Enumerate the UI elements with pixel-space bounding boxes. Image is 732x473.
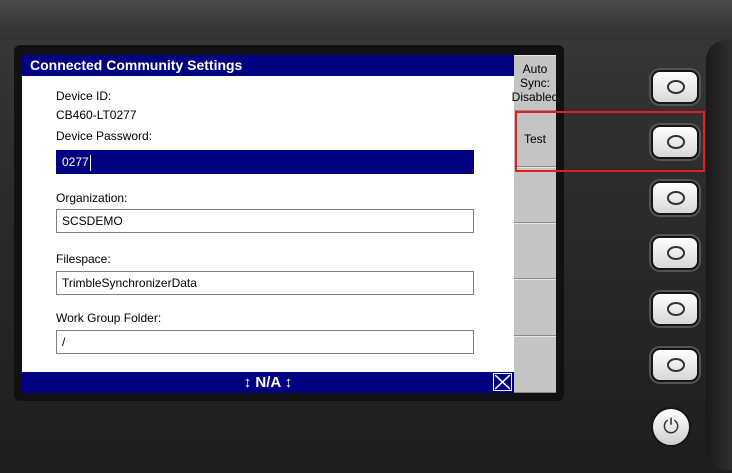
softkey-3[interactable] [514, 167, 556, 223]
device-screen: Connected Community Settings Device ID: … [22, 55, 556, 393]
key-ring-icon [667, 302, 685, 316]
settings-panel: Connected Community Settings Device ID: … [22, 55, 514, 393]
device-password-label: Device Password: [56, 129, 153, 143]
hardware-key-4[interactable] [651, 236, 699, 270]
hardware-key-5[interactable] [651, 292, 699, 326]
work-group-folder-label: Work Group Folder: [56, 311, 162, 325]
filespace-label: Filespace: [56, 252, 111, 266]
window-title: Connected Community Settings [22, 55, 514, 76]
hardware-key-1[interactable] [651, 70, 699, 104]
hardware-key-6[interactable] [651, 348, 699, 382]
key-ring-icon [667, 358, 685, 372]
close-button[interactable] [493, 373, 512, 391]
softkey-5[interactable] [514, 279, 556, 336]
close-x-icon [494, 374, 511, 390]
softkey-6[interactable] [514, 336, 556, 393]
hardware-key-3[interactable] [651, 181, 699, 215]
power-button[interactable]: ⏻ [651, 407, 691, 447]
filespace-field[interactable]: TrimbleSynchronizerData [56, 271, 474, 295]
key-ring-icon [667, 191, 685, 205]
text-caret [89, 154, 91, 171]
organization-label: Organization: [56, 191, 128, 205]
organization-field[interactable]: SCSDEMO [56, 209, 474, 233]
status-bar: ↕ N/A ↕ [22, 372, 514, 393]
device-id-label: Device ID: [56, 89, 112, 103]
device-top-edge [0, 0, 732, 40]
key-ring-icon [667, 246, 685, 260]
device-password-field[interactable]: 0277 [56, 150, 474, 174]
status-text: ↕ N/A ↕ [243, 374, 293, 391]
auto-sync-softkey[interactable]: Auto Sync: Disabled [512, 55, 556, 111]
device-password-value: 0277 [62, 155, 89, 169]
device-id-value: CB460-LT0277 [56, 108, 137, 122]
work-group-folder-field[interactable]: / [56, 330, 474, 354]
key-ring-icon [667, 135, 685, 149]
key-ring-icon [667, 80, 685, 94]
softkey-column: Auto Sync: Disabled Test [512, 55, 556, 393]
device-keypad-edge [706, 40, 732, 470]
power-icon: ⏻ [663, 414, 679, 438]
hardware-key-2[interactable] [651, 125, 699, 159]
softkey-4[interactable] [514, 223, 556, 279]
